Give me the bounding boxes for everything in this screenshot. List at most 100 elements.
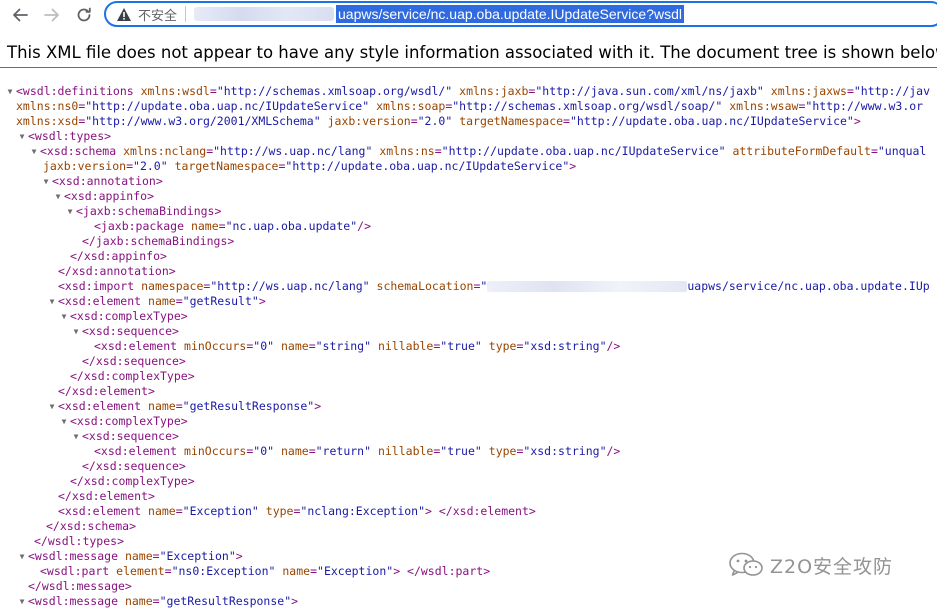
xml-attr-name: type — [488, 444, 517, 458]
xml-tag: /> — [606, 339, 621, 353]
xml-line: <wsdl:part element="ns0:Exception" name=… — [40, 564, 490, 579]
xml-line: xmlns:ns0="http://update.oba.uap.nc/IUpd… — [16, 99, 923, 114]
browser-toolbar: 不安全 uapws/service/nc.uap.oba.update.IUpd… — [0, 0, 937, 30]
xml-tag: <xsd:element — [58, 294, 149, 308]
xml-attr-value: " — [480, 279, 488, 293]
xml-attr-name: type — [488, 339, 517, 353]
xml-line: <xsd:annotation> — [52, 174, 163, 189]
xml-tag: <wsdl:definitions — [16, 84, 141, 98]
forward-button[interactable] — [40, 3, 64, 27]
xml-tag: = — [175, 504, 183, 518]
xml-tag: </xsd:complexType> — [70, 474, 195, 488]
xml-line: <xsd:schema xmlns:nclang = "http://ws.uap.… — [40, 144, 926, 159]
xml-tag: </xsd:sequence> — [82, 459, 186, 473]
xml-tag — [259, 504, 266, 518]
xml-attr-value: uapws/service/nc.uap.oba.update.IUp — [687, 279, 930, 293]
xml-attr-name: xmlns:ns0 — [16, 99, 79, 113]
xml-expand-toggle[interactable]: ▼ — [5, 84, 15, 99]
xml-tag: </xsd:element> — [58, 384, 155, 398]
redacted-url-host — [194, 7, 335, 21]
xml-tag: = — [152, 549, 160, 563]
xml-attr-name: minOccurs — [184, 339, 247, 353]
xml-tag — [274, 444, 281, 458]
xml-tag: > </xsd:element> — [425, 504, 536, 518]
xml-tag: </xsd:complexType> — [70, 369, 195, 383]
xml-tag: </xsd:schema> — [46, 519, 137, 533]
xml-expand-toggle[interactable]: ▼ — [17, 129, 27, 144]
xml-tag: = — [563, 114, 570, 128]
arrow-right-icon — [44, 8, 59, 22]
xml-tag: </wsdl:types> — [34, 534, 125, 548]
xml-attr-value: "getResult" — [182, 294, 259, 308]
xml-expand-toggle[interactable]: ▼ — [41, 174, 51, 189]
warning-triangle-icon[interactable] — [116, 6, 132, 22]
wechat-icon — [729, 552, 763, 576]
xml-expand-toggle[interactable]: ▼ — [71, 324, 81, 339]
xml-line: </xsd:appinfo> — [70, 249, 167, 264]
xml-tag: = — [175, 399, 183, 413]
xml-line: <wsdl:message name="Exception"> — [28, 549, 243, 564]
xml-attr-name: name — [148, 504, 176, 518]
xml-expand-toggle[interactable]: ▼ — [47, 294, 57, 309]
xml-tag: <xsd:sequence> — [82, 324, 179, 338]
xml-attr-value: "http://schemas.xmlsoap.org/wsdl/" — [216, 84, 453, 98]
xml-expand-toggle[interactable]: ▼ — [17, 594, 27, 609]
xml-attr-value: "getResultResponse" — [182, 399, 315, 413]
xml-tag: <jaxb:package — [94, 219, 191, 233]
xml-attr-value: "http://schemas.xmlsoap.org/wsdl/soap/" — [452, 99, 723, 113]
xml-line: <xsd:sequence> — [82, 324, 179, 339]
xml-expand-toggle[interactable]: ▼ — [59, 414, 69, 429]
xml-tag: > — [569, 159, 577, 173]
url-text[interactable]: uapws/service/nc.uap.oba.update.IUpdateS… — [336, 5, 684, 23]
xml-tag: = — [308, 339, 316, 353]
xml-line: </xsd:sequence> — [82, 354, 186, 369]
xml-tag — [371, 444, 378, 458]
xml-expand-toggle[interactable]: ▼ — [59, 309, 69, 324]
xml-attr-name: xmlns:jaxws — [770, 84, 847, 98]
xml-tag: = — [126, 159, 134, 173]
xml-line: <jaxb:schemaBindings> — [76, 204, 221, 219]
xml-line: </xsd:element> — [58, 384, 155, 399]
xml-expand-toggle[interactable]: ▼ — [53, 189, 63, 204]
xml-attr-value: "http://www.w3.org/2001/XMLSchema" — [85, 114, 321, 128]
xml-attr-name: type — [265, 504, 294, 518]
xml-tag: <xsd:element — [94, 339, 185, 353]
xml-tag — [482, 444, 489, 458]
xml-tag: <wsdl:message — [28, 594, 125, 608]
xml-notice-text: This XML file does not appear to have an… — [7, 43, 937, 62]
xml-tag: <xsd:element — [58, 504, 149, 518]
xml-expand-toggle[interactable]: ▼ — [71, 429, 81, 444]
xml-tag: <wsdl:part — [40, 564, 117, 578]
xml-attr-name: xmlns:xsd — [16, 114, 79, 128]
xml-attr-value: "Exception" — [159, 549, 236, 563]
xml-attr-value: "http://update.oba.uap.nc/IUpdateService… — [85, 99, 370, 113]
xml-tag: <xsd:import — [58, 279, 142, 293]
xml-line: </xsd:schema> — [46, 519, 136, 534]
xml-attr-value: "http://jav — [853, 84, 931, 98]
xml-expand-toggle[interactable]: ▼ — [47, 399, 57, 414]
xml-tag: <wsdl:message — [28, 549, 125, 563]
xml-tag: </xsd:annotation> — [58, 264, 176, 278]
xml-expand-toggle[interactable]: ▼ — [65, 204, 75, 219]
xml-attr-name: xmlns:wsdl — [140, 84, 210, 98]
xml-line: <xsd:complexType> — [70, 309, 188, 324]
xml-attr-name: jaxb:version — [327, 114, 411, 128]
xml-tag — [482, 339, 489, 353]
xml-attr-value: "http://ws.uap.nc/lang" — [210, 279, 370, 293]
xml-line: <wsdl:definitions xmlns:wsdl="http://sch… — [16, 84, 930, 99]
xml-tag: = — [870, 144, 878, 158]
xml-expand-toggle[interactable]: ▼ — [29, 144, 39, 159]
xml-attr-value: "0" — [253, 444, 275, 458]
xml-line: </xsd:complexType> — [70, 369, 195, 384]
xml-tag: <xsd:element — [94, 444, 185, 458]
xml-expand-toggle[interactable]: ▼ — [17, 549, 27, 564]
xml-attr-value: "http://java.sun.com/xml/ns/jaxb" — [535, 84, 764, 98]
xml-tag — [321, 114, 328, 128]
xml-tag: <xsd:schema — [40, 144, 124, 158]
xml-attr-name: nillable — [377, 339, 434, 353]
security-label[interactable]: 不安全 — [138, 5, 177, 24]
xml-tag: = — [209, 84, 217, 98]
address-bar[interactable]: 不安全 uapws/service/nc.uap.oba.update.IUpd… — [104, 1, 937, 27]
reload-button[interactable] — [72, 3, 96, 27]
back-button[interactable] — [8, 3, 32, 27]
